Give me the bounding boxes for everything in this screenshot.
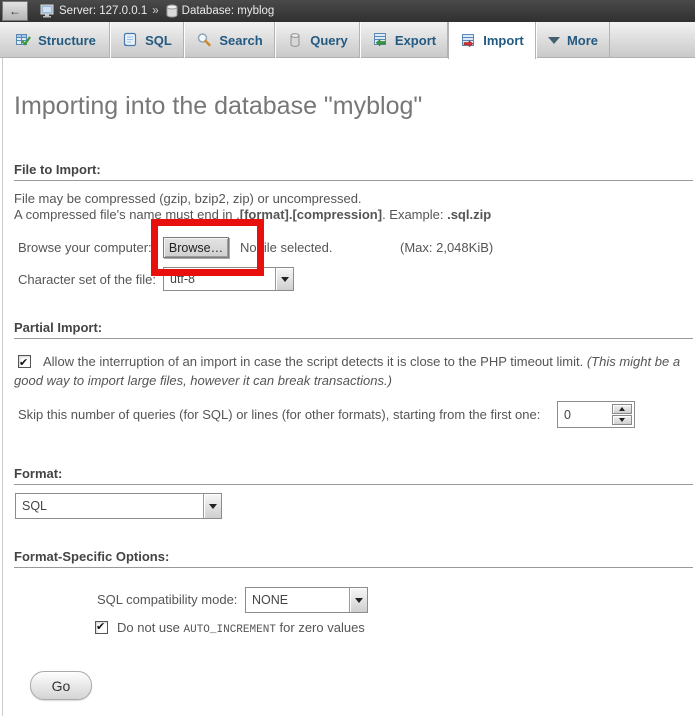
section-format: Format: xyxy=(14,466,693,485)
chevron-down-icon xyxy=(349,588,367,612)
charset-selected-value: utf-8 xyxy=(164,268,275,290)
breadcrumb-server-link[interactable]: Server: 127.0.0.1 xyxy=(59,5,147,17)
spin-up-button[interactable] xyxy=(612,404,632,414)
auto-increment-row: Do not use AUTO_INCREMENT for zero value… xyxy=(95,620,365,636)
auto-increment-suffix: for zero values xyxy=(276,620,365,635)
search-icon xyxy=(196,32,212,48)
max-size-text: (Max: 2,048KiB) xyxy=(400,240,493,255)
content-left-border xyxy=(2,58,3,716)
auto-increment-checkbox[interactable] xyxy=(95,621,108,634)
chevron-down-icon xyxy=(548,37,560,44)
database-icon xyxy=(166,4,178,18)
section-heading-label: Format-Specific Options: xyxy=(14,549,169,564)
tab-label: Structure xyxy=(38,33,96,48)
section-heading-label: Format: xyxy=(14,466,62,481)
tab-sql[interactable]: SQL xyxy=(110,22,184,58)
tab-search[interactable]: Search xyxy=(184,22,275,58)
import-icon xyxy=(460,33,476,49)
skip-queries-label: Skip this number of queries (for SQL) or… xyxy=(18,407,540,422)
line2-example: .sql.zip xyxy=(447,207,491,222)
tab-more[interactable]: More xyxy=(536,22,610,58)
breadcrumb-bar: ← Server: 127.0.0.1 » Database: myblog xyxy=(0,0,695,22)
tab-label: Export xyxy=(395,33,436,48)
browse-button-label: Browse… xyxy=(169,241,223,255)
sql-compat-label: SQL compatibility mode: xyxy=(97,592,237,607)
browse-label: Browse your computer: xyxy=(18,240,152,255)
left-arrow-icon: ← xyxy=(9,4,21,18)
allow-interruption-label: Allow the interruption of an import in c… xyxy=(43,354,587,369)
charset-label: Character set of the file: xyxy=(18,272,156,287)
line2-format-pattern: [format].[compression] xyxy=(240,207,382,222)
skip-queries-value: 0 xyxy=(558,402,612,427)
format-select[interactable]: SQL xyxy=(15,493,222,519)
breadcrumb-separator: » xyxy=(152,5,158,17)
section-heading-label: File to Import: xyxy=(14,162,101,177)
tab-label: More xyxy=(567,33,598,48)
line2-mid: . Example: xyxy=(382,207,447,222)
spin-down-button[interactable] xyxy=(612,415,632,425)
chevron-down-icon xyxy=(203,494,221,518)
allow-interruption-row: Allow the interruption of an import in c… xyxy=(14,352,682,390)
section-heading-label: Partial Import: xyxy=(14,320,102,335)
go-button[interactable]: Go xyxy=(30,671,92,700)
compression-info-line1: File may be compressed (gzip, bzip2, zip… xyxy=(14,191,362,206)
section-file-to-import: File to Import: xyxy=(14,162,693,181)
query-icon xyxy=(287,32,303,48)
auto-increment-keyword: AUTO_INCREMENT xyxy=(184,624,276,636)
charset-select[interactable]: utf-8 xyxy=(163,267,294,291)
tab-label: Import xyxy=(483,33,523,48)
breadcrumb-database-link[interactable]: Database: myblog xyxy=(182,5,275,17)
tab-label: SQL xyxy=(145,33,172,48)
browse-button[interactable]: Browse… xyxy=(163,237,229,258)
server-icon xyxy=(40,4,55,18)
sql-compat-selected-value: NONE xyxy=(246,588,349,612)
no-file-selected-text: No file selected. xyxy=(240,240,333,255)
tab-query[interactable]: Query xyxy=(275,22,360,58)
back-button[interactable]: ← xyxy=(2,1,28,21)
page-title: Importing into the database "myblog" xyxy=(14,92,422,121)
export-icon xyxy=(372,32,388,48)
compression-info-line2: A compressed file's name must end in .[f… xyxy=(14,207,491,222)
tab-structure[interactable]: Structure xyxy=(2,22,110,58)
sql-icon xyxy=(122,32,138,48)
tab-import[interactable]: Import xyxy=(448,22,536,59)
tab-label: Search xyxy=(219,33,262,48)
format-selected-value: SQL xyxy=(16,494,203,518)
structure-icon xyxy=(15,32,31,48)
chevron-down-icon xyxy=(275,268,293,290)
go-button-label: Go xyxy=(52,678,71,694)
line2-prefix: A compressed file's name must end in . xyxy=(14,207,240,222)
tab-export[interactable]: Export xyxy=(360,22,448,58)
sql-compat-select[interactable]: NONE xyxy=(245,587,368,613)
section-format-specific-options: Format-Specific Options: xyxy=(14,549,693,568)
auto-increment-prefix: Do not use xyxy=(117,620,184,635)
section-partial-import: Partial Import: xyxy=(14,320,693,339)
up-arrow-icon xyxy=(619,407,625,411)
skip-queries-input[interactable]: 0 xyxy=(557,401,635,428)
down-arrow-icon xyxy=(619,418,625,422)
tab-label: Query xyxy=(310,33,348,48)
tab-bar: Structure SQL Search xyxy=(0,22,695,58)
allow-interruption-checkbox[interactable] xyxy=(18,355,31,368)
